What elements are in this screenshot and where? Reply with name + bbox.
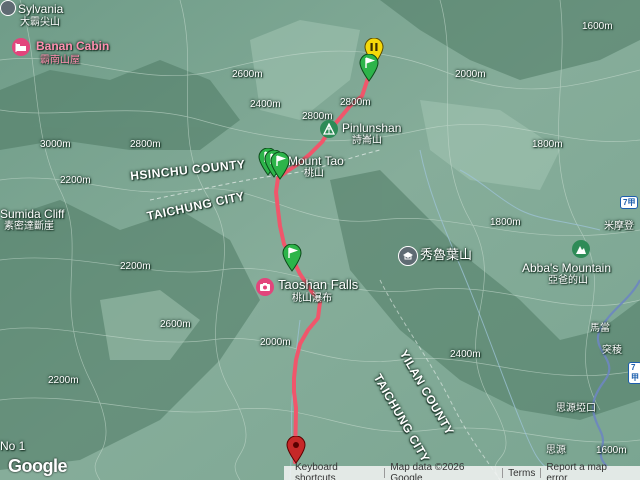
contour-label: 2800m xyxy=(340,97,371,108)
contour-label: 2600m xyxy=(232,69,263,80)
contour-label: 3000m xyxy=(40,139,71,150)
terrain-relief xyxy=(0,0,640,480)
keyboard-shortcuts-link[interactable]: Keyboard shortcuts xyxy=(295,462,379,480)
contour-label: 1800m xyxy=(532,139,563,150)
place-label-siyuan[interactable]: 思源 xyxy=(546,446,566,456)
divider xyxy=(540,468,542,478)
contour-label: 2600m xyxy=(160,319,191,330)
mountain-peak-icon[interactable] xyxy=(0,0,16,16)
place-label-mount-tao[interactable]: Mount Tao xyxy=(288,155,344,167)
contour-label: 2200m xyxy=(60,175,91,186)
lodging-icon[interactable] xyxy=(12,38,30,56)
mountain-icon[interactable] xyxy=(320,120,338,138)
map-view[interactable]: 2800m 2800m 2600m 2400m 2200m 1600m 1800… xyxy=(0,0,640,480)
place-label-sylvania[interactable]: Sylvania xyxy=(18,3,63,15)
contour-label: 2400m xyxy=(250,99,281,110)
place-label-sumida-cliff-zh: 素密達斷崖 xyxy=(4,221,54,232)
place-label-sumida-cliff[interactable]: Sumida Cliff xyxy=(0,208,64,220)
waypoint-marker-icon[interactable] xyxy=(359,54,379,82)
place-label-pinlunshan[interactable]: Pinlunshan xyxy=(342,122,401,134)
place-label-tuwen[interactable]: 突稜 xyxy=(602,346,622,356)
end-marker-icon[interactable] xyxy=(286,436,306,464)
place-label-banan-cabin-zh: 霸南山屋 xyxy=(40,55,80,66)
contour-label: 2000m xyxy=(455,69,486,80)
landmark-icon[interactable] xyxy=(398,246,418,266)
place-label-mount-tao-zh: 桃山 xyxy=(304,168,324,179)
place-label-taoshan-falls-zh: 桃山瀑布 xyxy=(292,293,332,304)
map-data-label: Map data ©2026 Google xyxy=(390,462,465,480)
contour-label: 2200m xyxy=(120,261,151,272)
place-label-no1: No 1 xyxy=(0,439,26,453)
place-label-madang[interactable]: 馬當 xyxy=(590,324,610,334)
place-label-banan-cabin[interactable]: Banan Cabin xyxy=(36,40,109,52)
divider xyxy=(384,468,386,478)
waypoint-marker-icon[interactable] xyxy=(270,152,290,180)
place-label-abbas-mountain-zh: 亞爸的山 xyxy=(548,275,588,286)
place-label-taoshan-falls[interactable]: Taoshan Falls xyxy=(278,278,358,291)
attribution-bar: Keyboard shortcuts Map data ©2026 Google… xyxy=(284,462,640,480)
route-badge: 7甲 xyxy=(620,196,639,209)
contour-label: 2800m xyxy=(130,139,161,150)
contour-label: 1600m xyxy=(596,445,627,456)
contour-label: 2200m xyxy=(48,375,79,386)
report-map-error-link[interactable]: Report a map error xyxy=(546,462,629,480)
place-label-mimoden[interactable]: 米摩登 xyxy=(604,222,634,232)
contour-label: 2000m xyxy=(260,337,291,348)
divider xyxy=(502,468,504,478)
place-label-xiuluye[interactable]: 秀魯葉山 xyxy=(420,248,472,261)
camera-icon[interactable] xyxy=(256,278,274,296)
place-label-abbas-mountain[interactable]: Abba's Mountain xyxy=(522,262,611,274)
contour-label: 2400m xyxy=(450,349,481,360)
place-label-siyuan-yakou[interactable]: 思源埡口 xyxy=(556,404,596,414)
terms-link[interactable]: Terms xyxy=(508,468,535,479)
route-badge: 7甲 xyxy=(628,362,640,384)
place-label-pinlunshan-zh: 詩崙山 xyxy=(352,135,382,146)
mountain-icon[interactable] xyxy=(572,240,590,258)
contour-label: 1600m xyxy=(582,21,613,32)
google-logo[interactable]: Google xyxy=(8,456,68,477)
contour-label: 1800m xyxy=(490,217,521,228)
place-label-sylvania-zh: 大霸尖山 xyxy=(20,17,60,28)
waypoint-marker-icon[interactable] xyxy=(282,244,302,272)
